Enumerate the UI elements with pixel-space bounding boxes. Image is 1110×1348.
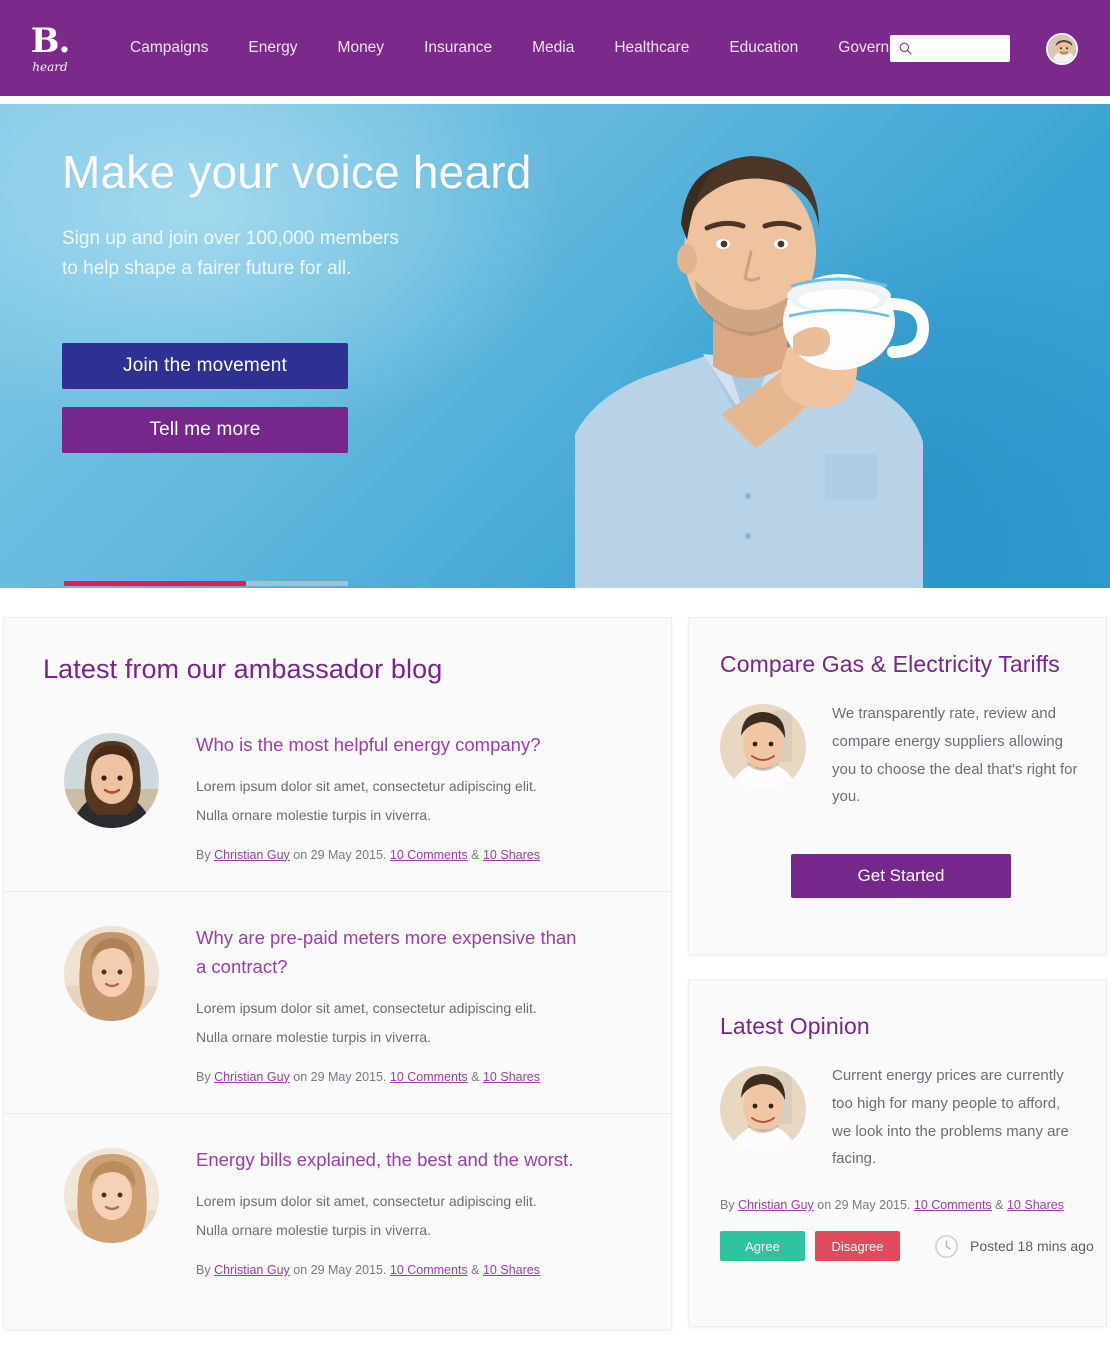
avatar-photo-woman-1: [64, 733, 159, 828]
opinion-actions: Agree Disagree Posted 18 mins ago: [720, 1231, 1094, 1261]
avatar-photo-woman-2: [64, 926, 159, 1022]
byline-amp: &: [467, 847, 483, 862]
hero-actions: Join the movement Tell me more: [62, 343, 348, 453]
avatar-photo-man-2: [720, 1066, 806, 1152]
blog-post-item[interactable]: Energy bills explained, the best and the…: [4, 1114, 671, 1306]
post-byline: By Christian Guy on 29 May 2015. 10 Comm…: [196, 846, 641, 865]
post-title[interactable]: Who is the most helpful energy company?: [196, 731, 641, 760]
post-body: Why are pre-paid meters more expensive t…: [196, 922, 641, 1086]
post-author-link[interactable]: Christian Guy: [214, 1070, 290, 1084]
ambassador-blog-card: Latest from our ambassador blog Who is t…: [3, 617, 672, 1330]
get-started-button[interactable]: Get Started: [791, 854, 1011, 898]
blog-heading: Latest from our ambassador blog: [43, 654, 443, 684]
opinion-heading: Latest Opinion: [720, 1013, 870, 1039]
nav-item-education[interactable]: Education: [709, 31, 818, 65]
byline-date: on 29 May 2015.: [289, 1069, 390, 1084]
hero-title: Make your voice heard: [62, 146, 532, 198]
blog-post-item[interactable]: Why are pre-paid meters more expensive t…: [4, 892, 671, 1115]
byline-date: on 29 May 2015.: [813, 1198, 914, 1212]
user-avatar[interactable]: [1046, 33, 1078, 65]
logo-wordmark: heard: [32, 59, 68, 74]
post-excerpt-line1: Lorem ipsum dolor sit amet, consectetur …: [196, 999, 537, 1016]
post-byline: By Christian Guy on 29 May 2015. 10 Comm…: [196, 1068, 641, 1087]
opinion-shares-link[interactable]: 10 Shares: [1007, 1198, 1064, 1212]
avatar: [720, 1066, 806, 1152]
post-excerpt-line1: Lorem ipsum dolor sit amet, consectetur …: [196, 1193, 537, 1210]
compare-tariffs-card: Compare Gas & Electricity Tariffs We tra…: [688, 617, 1107, 955]
search-icon: [899, 42, 912, 55]
site-header: B. heard Campaigns Energy Money Insuranc…: [0, 0, 1110, 96]
post-author-link[interactable]: Christian Guy: [214, 848, 290, 862]
nav-item-media[interactable]: Media: [512, 31, 594, 65]
join-the-movement-button[interactable]: Join the movement: [62, 343, 348, 389]
opinion-byline: By Christian Guy on 29 May 2015. 10 Comm…: [720, 1198, 1064, 1212]
compare-body-text: We transparently rate, review and compar…: [832, 705, 1078, 806]
hero-subtitle: Sign up and join over 100,000 members to…: [62, 224, 532, 283]
nav-item-money[interactable]: Money: [318, 31, 405, 65]
hero-copy: Make your voice heard Sign up and join o…: [62, 148, 532, 283]
byline-prefix: By: [196, 1069, 215, 1084]
nav-item-healthcare[interactable]: Healthcare: [594, 31, 709, 65]
byline-date: on 29 May 2015.: [289, 847, 390, 862]
byline-amp: &: [467, 1069, 483, 1084]
post-excerpt-line1: Lorem ipsum dolor sit amet, consectetur …: [196, 777, 537, 794]
post-shares-link[interactable]: 10 Shares: [483, 1263, 540, 1277]
progress-fill: [64, 581, 246, 586]
avatar-photo-woman-3: [64, 1148, 159, 1244]
disagree-button[interactable]: Disagree: [815, 1231, 900, 1261]
opinion-author-link[interactable]: Christian Guy: [738, 1198, 814, 1212]
nav-item-campaigns[interactable]: Campaigns: [110, 31, 228, 65]
hero-banner: Make your voice heard Sign up and join o…: [0, 104, 1110, 588]
post-title[interactable]: Energy bills explained, the best and the…: [196, 1146, 641, 1175]
opinion-body-text: Current energy prices are currently too …: [832, 1067, 1069, 1168]
compare-heading: Compare Gas & Electricity Tariffs: [720, 651, 1060, 677]
byline-date: on 29 May 2015.: [289, 1263, 390, 1277]
byline-prefix: By: [196, 1263, 215, 1277]
primary-navigation: Campaigns Energy Money Insurance Media H…: [110, 31, 944, 65]
post-byline: By Christian Guy on 29 May 2015. 10 Comm…: [196, 1261, 641, 1280]
post-body: Who is the most helpful energy company? …: [196, 729, 641, 864]
post-author-link[interactable]: Christian Guy: [214, 1263, 290, 1277]
agree-button[interactable]: Agree: [720, 1231, 805, 1261]
hero-subtitle-line1: Sign up and join over 100,000 members: [62, 228, 399, 250]
search-input[interactable]: [918, 41, 998, 56]
nav-item-insurance[interactable]: Insurance: [404, 31, 512, 65]
nav-item-energy[interactable]: Energy: [228, 31, 317, 65]
avatar-photo-man-1: [720, 704, 806, 790]
blog-post-item[interactable]: Who is the most helpful energy company? …: [4, 685, 671, 893]
avatar-photo: [1048, 35, 1076, 63]
search-box[interactable]: [890, 35, 1010, 62]
site-logo[interactable]: B. heard: [12, 24, 88, 73]
posted-text: Posted 18 mins ago: [970, 1238, 1094, 1254]
byline-amp: &: [991, 1198, 1007, 1212]
avatar: [64, 1148, 159, 1244]
byline-prefix: By: [720, 1198, 739, 1212]
compare-row: We transparently rate, review and compar…: [689, 678, 1106, 811]
opinion-comments-link[interactable]: 10 Comments: [914, 1198, 992, 1212]
post-excerpt-line2: Nulla ornare molestie turpis in viverra.: [196, 1222, 431, 1239]
byline-prefix: By: [196, 847, 215, 862]
post-comments-link[interactable]: 10 Comments: [390, 848, 468, 862]
post-excerpt-line2: Nulla ornare molestie turpis in viverra.: [196, 1028, 431, 1045]
avatar: [720, 704, 806, 790]
opinion-row: Current energy prices are currently too …: [689, 1040, 1106, 1173]
post-comments-link[interactable]: 10 Comments: [390, 1070, 468, 1084]
post-comments-link[interactable]: 10 Comments: [390, 1263, 468, 1277]
supporters-progress-bar: [64, 581, 348, 586]
post-excerpt-line2: Nulla ornare molestie turpis in viverra.: [196, 806, 431, 823]
post-shares-link[interactable]: 10 Shares: [483, 1070, 540, 1084]
logo-mark: B.: [30, 20, 71, 61]
latest-opinion-card: Latest Opinion Current energy prices are…: [688, 979, 1107, 1327]
post-shares-link[interactable]: 10 Shares: [483, 848, 540, 862]
post-body: Energy bills explained, the best and the…: [196, 1144, 641, 1279]
hero-subtitle-line2: to help shape a fairer future for all.: [62, 257, 352, 279]
avatar: [64, 733, 159, 828]
avatar: [64, 926, 159, 1022]
tell-me-more-button[interactable]: Tell me more: [62, 407, 348, 453]
clock-icon: [935, 1234, 958, 1258]
posted-time: Posted 18 mins ago: [934, 1234, 1094, 1259]
byline-amp: &: [467, 1263, 483, 1277]
post-title[interactable]: Why are pre-paid meters more expensive t…: [196, 924, 586, 981]
